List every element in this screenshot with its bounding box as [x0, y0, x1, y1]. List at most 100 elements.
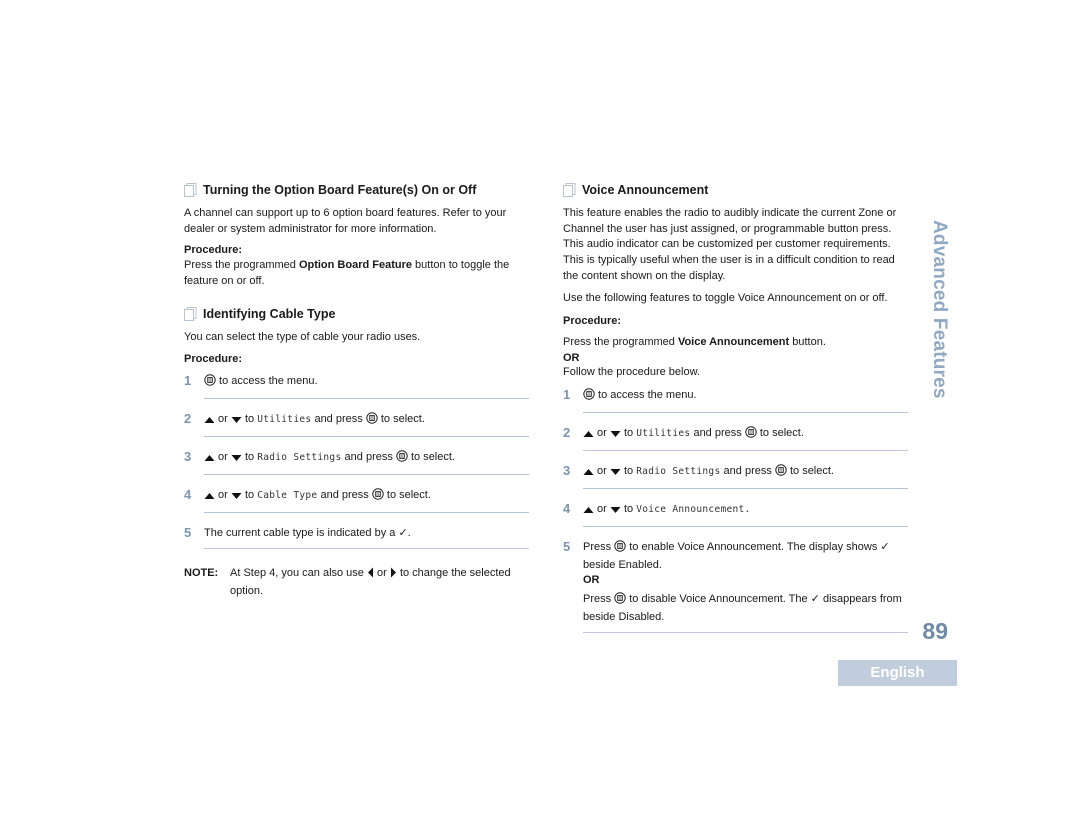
- procedure-text: Press the programmed Option Board Featur…: [184, 258, 529, 289]
- section-heading-voice-announcement: Voice Announcement: [563, 182, 908, 198]
- down-arrow-icon: [231, 451, 242, 467]
- menu-item-name: Radio Settings: [257, 451, 342, 463]
- step-body: to access the menu.: [204, 373, 529, 399]
- up-arrow-icon: [204, 413, 215, 429]
- menu-item-name: Radio Settings: [636, 465, 721, 477]
- text: and press: [317, 488, 372, 501]
- step-number: 3: [184, 448, 192, 464]
- text: to: [241, 412, 258, 425]
- step-body: or to Cable Type and press to select.: [204, 487, 529, 513]
- page-number: 89: [922, 618, 948, 644]
- section-intro: You can select the type of cable your ra…: [184, 330, 421, 343]
- text: or: [215, 450, 231, 463]
- menu-ok-button-icon: [583, 387, 595, 405]
- text: or: [594, 464, 610, 477]
- procedure-label: Procedure:: [184, 244, 243, 257]
- up-arrow-icon: [583, 465, 594, 481]
- section-heading-cable-type: Identifying Cable Type: [184, 306, 529, 322]
- checkmark-icon: ✓: [398, 526, 408, 539]
- text: beside Enabled.: [583, 558, 662, 571]
- step-number: 2: [563, 424, 571, 440]
- step-2: 2 or to Utilities and press to select.: [563, 419, 908, 457]
- text: to access the menu.: [595, 388, 697, 401]
- step-4: 4 or to Voice Announcement.: [563, 495, 908, 533]
- section-title: Voice Announcement: [582, 183, 709, 197]
- text: and press: [341, 450, 396, 463]
- step-1: 1 to access the menu.: [184, 367, 529, 405]
- text: Press: [583, 540, 615, 553]
- steps-list: 1 to access the menu. 2 or to Utilities …: [563, 381, 908, 639]
- menu-item-name: Utilities: [257, 413, 312, 425]
- down-arrow-icon: [231, 413, 242, 429]
- follow-text: Follow the procedure below.: [563, 365, 700, 378]
- menu-item-name: Voice Announcement.: [636, 503, 751, 515]
- section-title: Identifying Cable Type: [203, 306, 336, 321]
- text: to select.: [383, 488, 431, 501]
- text: button.: [789, 336, 826, 349]
- step-number: 1: [184, 372, 192, 388]
- text: to: [241, 450, 258, 463]
- menu-item-name: Cable Type: [257, 489, 318, 501]
- menu-ok-button-icon: [396, 449, 408, 467]
- down-arrow-icon: [231, 489, 242, 505]
- step-2: 2 or to Utilities and press to select.: [184, 405, 529, 443]
- section-intro-2: Use the following features to toggle Voi…: [563, 291, 888, 304]
- up-arrow-icon: [204, 451, 215, 467]
- text: and press: [311, 412, 366, 425]
- up-arrow-icon: [204, 489, 215, 505]
- text: or: [594, 426, 610, 439]
- text: to disable Voice Announcement. The: [626, 592, 811, 605]
- text: .: [407, 526, 411, 539]
- menu-ok-button-icon: [775, 463, 787, 481]
- alt-text: Press to disable Voice Announcement. The…: [583, 591, 908, 625]
- section-intro: This feature enables the radio to audibl…: [563, 207, 897, 282]
- text: Press: [583, 592, 615, 605]
- step-body: or to Radio Settings and press to select…: [204, 449, 529, 475]
- note: NOTE: At Step 4, you can also use or to …: [184, 565, 529, 600]
- up-arrow-icon: [583, 427, 594, 443]
- text: to enable Voice Announcement. The displa…: [626, 540, 881, 553]
- text: to select.: [756, 426, 804, 439]
- text: or: [215, 488, 231, 501]
- procedure-label: Procedure:: [563, 315, 622, 328]
- steps-list: 1 to access the menu. 2 or to Utilities …: [184, 367, 529, 555]
- step-number: 4: [184, 486, 192, 502]
- step-body: or to Radio Settings and press to select…: [583, 463, 908, 489]
- note-label: NOTE:: [184, 566, 219, 579]
- text: The current cable type is indicated by a: [204, 526, 399, 539]
- menu-ok-button-icon: [614, 539, 626, 557]
- left-column: Turning the Option Board Feature(s) On o…: [184, 182, 529, 600]
- button-name: Voice Announcement: [677, 336, 790, 349]
- down-arrow-icon: [610, 427, 621, 443]
- menu-ok-button-icon: [745, 425, 757, 443]
- step-3: 3 or to Radio Settings and press to sele…: [563, 457, 908, 495]
- step-number: 3: [563, 462, 571, 478]
- text: to access the menu.: [216, 374, 318, 387]
- down-arrow-icon: [610, 503, 621, 519]
- document-icon: [563, 183, 576, 197]
- step-body: to access the menu.: [583, 387, 908, 413]
- text: to select.: [407, 450, 455, 463]
- text: Press the programmed: [184, 259, 299, 272]
- step-number: 5: [563, 538, 571, 554]
- note-text: At Step 4, you can also use or to change…: [230, 565, 529, 600]
- right-column: Voice Announcement This feature enables …: [563, 182, 908, 639]
- text: and press: [720, 464, 775, 477]
- text: to select.: [786, 464, 834, 477]
- section-title: Turning the Option Board Feature(s) On o…: [203, 183, 477, 197]
- step-4: 4 or to Cable Type and press to select.: [184, 481, 529, 519]
- procedure-text: Press the programmed Voice Announcement …: [563, 335, 908, 351]
- text: and press: [690, 426, 745, 439]
- menu-ok-button-icon: [366, 411, 378, 429]
- step-number: 1: [563, 386, 571, 402]
- right-arrow-icon: [390, 567, 397, 584]
- section-heading-option-board: Turning the Option Board Feature(s) On o…: [184, 182, 529, 198]
- step-body: or to Utilities and press to select.: [583, 425, 908, 451]
- text: to: [620, 464, 637, 477]
- text: to select.: [377, 412, 425, 425]
- text: to: [620, 502, 637, 515]
- text: At Step 4, you can also use: [230, 566, 367, 579]
- step-body: Press to enable Voice Announcement. The …: [583, 539, 908, 633]
- document-icon: [184, 306, 197, 321]
- text: to: [241, 488, 258, 501]
